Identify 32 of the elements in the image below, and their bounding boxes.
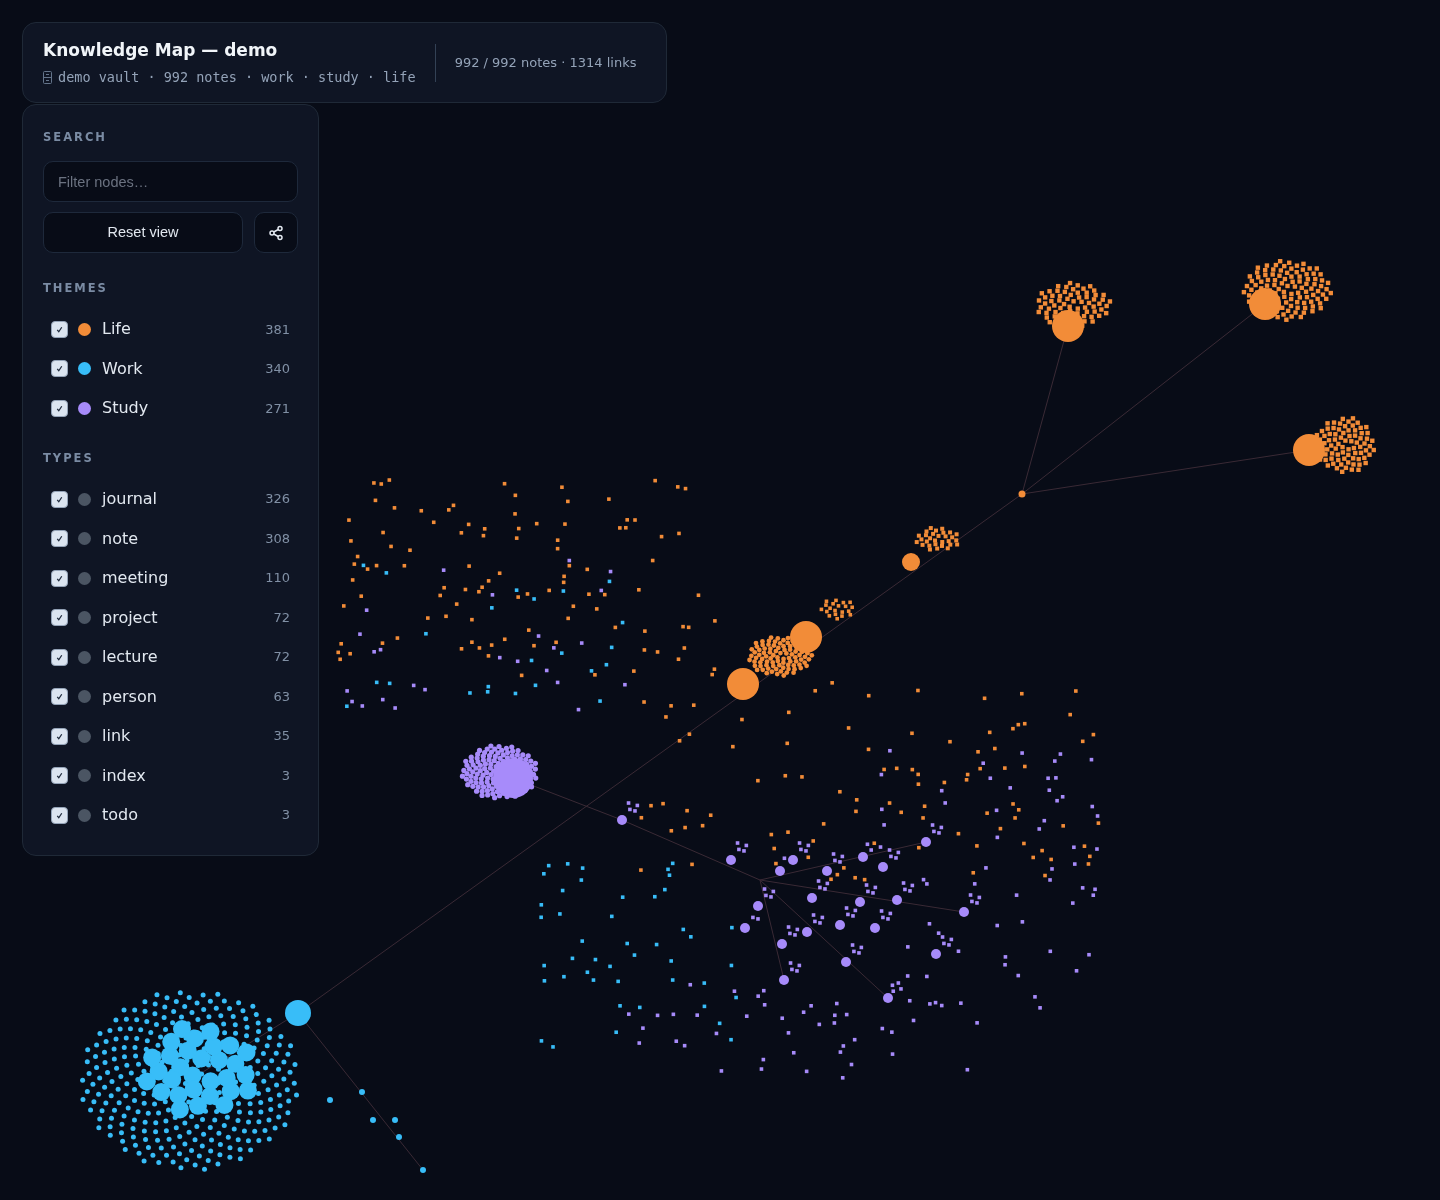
count: 326 bbox=[265, 490, 290, 509]
count: 381 bbox=[265, 320, 290, 339]
filter-label: Work bbox=[102, 357, 144, 380]
count: 340 bbox=[265, 360, 290, 378]
filter-label: project bbox=[102, 606, 159, 629]
filter-label: Study bbox=[102, 397, 150, 420]
filter-label: person bbox=[102, 685, 158, 708]
reset-view-button[interactable]: Reset view bbox=[43, 212, 243, 254]
count: 72 bbox=[273, 648, 290, 667]
filter-label: todo bbox=[102, 804, 139, 826]
section-heading: SEARCH bbox=[43, 129, 108, 146]
search-field[interactable]: Filter nodes… bbox=[43, 161, 298, 203]
count: 72 bbox=[273, 608, 290, 627]
filter-label: meeting bbox=[102, 567, 170, 589]
count: 308 bbox=[265, 529, 290, 548]
count: 3 bbox=[281, 806, 290, 825]
section-heading: THEMES bbox=[43, 280, 109, 298]
count: 35 bbox=[273, 727, 290, 746]
count: 63 bbox=[273, 687, 290, 706]
filter-label: index bbox=[102, 764, 147, 787]
count: 110 bbox=[265, 569, 290, 588]
filter-label: Life bbox=[102, 318, 132, 341]
map-title: Knowledge Map — demo bbox=[43, 38, 279, 62]
filter-label: link bbox=[102, 725, 132, 747]
vault-summary: demo vault · 992 notes · work · study · life bbox=[58, 68, 416, 88]
count: 3 bbox=[281, 766, 290, 785]
filter-label: journal bbox=[102, 488, 159, 510]
filter-label: note bbox=[102, 527, 140, 550]
count: 271 bbox=[265, 399, 290, 418]
note-link-stats: 992 / 992 notes · 1314 links bbox=[454, 53, 637, 72]
section-heading: TYPES bbox=[43, 450, 95, 467]
filter-label: lecture bbox=[102, 646, 159, 668]
